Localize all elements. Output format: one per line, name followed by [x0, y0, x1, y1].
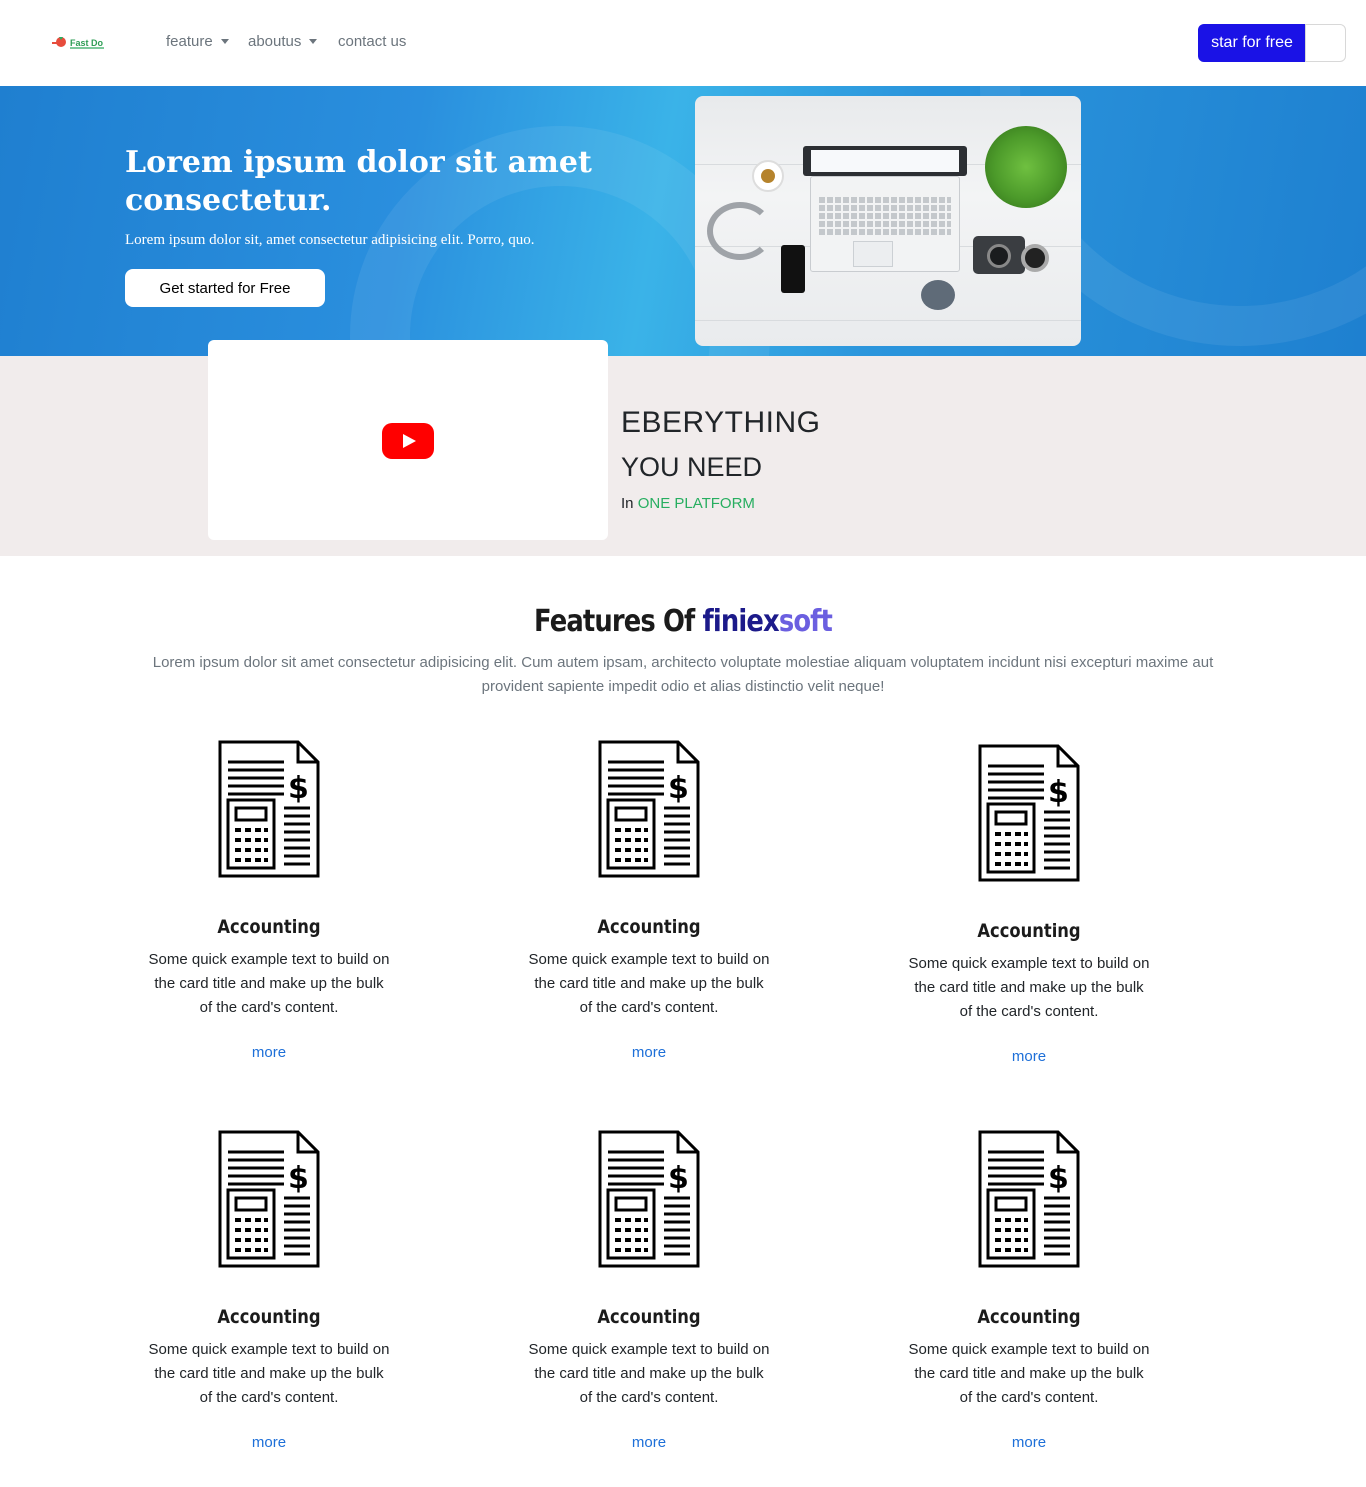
feature-card-more-link[interactable]: more	[632, 1044, 666, 1061]
svg-text:$: $	[1048, 775, 1069, 810]
caret-down-icon	[309, 39, 318, 44]
feature-card-title: Accounting	[977, 1306, 1081, 1328]
nav-feature-dropdown[interactable]: feature	[166, 33, 229, 50]
headphones	[707, 202, 773, 260]
feature-card-text: Some quick example text to build on the …	[148, 951, 390, 1016]
camera-lens	[987, 244, 1011, 268]
nav-aboutus-label: aboutus	[248, 33, 302, 50]
feature-card-text: Some quick example text to build on the …	[528, 951, 770, 1016]
feature-card: $ Accounting Some quick example text to b…	[139, 1130, 399, 1452]
laptop-keyboard	[810, 176, 960, 272]
potted-plant	[985, 126, 1067, 208]
nav-aboutus-dropdown[interactable]: aboutus	[248, 33, 318, 50]
features-description: Lorem ipsum dolor sit amet consectetur a…	[152, 654, 1214, 695]
feature-card-title: Accounting	[597, 916, 701, 938]
computer-mouse	[921, 280, 955, 310]
svg-text:$: $	[288, 1161, 309, 1196]
accounting-invoice-icon: $	[519, 740, 779, 878]
nav-contact-label: contact us	[338, 33, 407, 50]
svg-text:$: $	[288, 771, 309, 806]
hero-subtitle: Lorem ipsum dolor sit, amet consectetur …	[125, 232, 535, 248]
accounting-invoice-icon: $	[139, 740, 399, 878]
svg-text:$: $	[1048, 1161, 1069, 1196]
feature-card-text: Some quick example text to build on the …	[148, 1341, 390, 1406]
feature-card-title: Accounting	[597, 1306, 701, 1328]
feature-card-title: Accounting	[977, 920, 1081, 942]
accounting-invoice-icon: $	[139, 1130, 399, 1268]
feature-card-more-link[interactable]: more	[1012, 1434, 1046, 1451]
star-for-free-button[interactable]: star for free	[1198, 24, 1306, 62]
nav-feature-label: feature	[166, 33, 213, 50]
logo-icon	[52, 37, 66, 47]
spare-lens	[1021, 244, 1049, 272]
hero-title: Lorem ipsum dolor sit amet consectetur.	[125, 145, 592, 218]
nav-contact-link[interactable]: contact us	[338, 33, 406, 50]
feature-card-text: Some quick example text to build on the …	[908, 955, 1150, 1020]
feature-card: $ Accounting Some quick example text to b…	[899, 744, 1159, 1066]
logo-tagline-line	[70, 47, 104, 49]
caret-down-icon	[220, 39, 229, 44]
feature-card-more-link[interactable]: more	[1012, 1048, 1046, 1065]
laptop-trackpad	[853, 241, 893, 267]
get-started-button[interactable]: Get started for Free	[125, 269, 325, 307]
promo-heading-line2: YOU NEED	[621, 452, 763, 482]
promo-tagline-highlight: ONE PLATFORM	[637, 495, 755, 512]
svg-text:$: $	[668, 1161, 689, 1196]
accounting-invoice-icon: $	[519, 1130, 779, 1268]
feature-card-text: Some quick example text to build on the …	[528, 1341, 770, 1406]
feature-card-more-link[interactable]: more	[252, 1434, 286, 1451]
feature-card: $ Accounting Some quick example text to b…	[519, 1130, 779, 1452]
promo-tagline-prefix: In	[621, 495, 638, 512]
features-title-prefix: Features Of	[533, 604, 703, 639]
promo-heading-line1: EBERYTHING	[621, 406, 821, 439]
camera	[973, 236, 1025, 274]
promo-tagline: In ONE PLATFORM	[621, 495, 755, 512]
navbar: Fast Do feature aboutus contact us star …	[0, 0, 1366, 86]
accounting-invoice-icon: $	[899, 1130, 1159, 1268]
hero-banner: Lorem ipsum dolor sit amet consectetur. …	[0, 86, 1366, 356]
laptop-display	[811, 150, 959, 172]
svg-text:$: $	[668, 771, 689, 806]
features-brand-part1: finiex	[702, 604, 780, 639]
brand-logo[interactable]: Fast Do	[50, 34, 106, 52]
youtube-play-icon[interactable]	[382, 423, 434, 459]
feature-card-text: Some quick example text to build on the …	[908, 1341, 1150, 1406]
navbar-toggle-button[interactable]	[1305, 24, 1346, 62]
video-player[interactable]	[208, 340, 608, 540]
feature-card-title: Accounting	[217, 916, 321, 938]
smartphone	[781, 245, 805, 293]
keyboard-keys	[819, 195, 951, 235]
accounting-invoice-icon: $	[899, 744, 1159, 882]
features-title: Features Of finiexsoft	[96, 604, 1271, 639]
feature-card: $ Accounting Some quick example text to b…	[139, 740, 399, 1062]
feature-card: $ Accounting Some quick example text to b…	[519, 740, 779, 1062]
feature-card-title: Accounting	[217, 1306, 321, 1328]
feature-card-more-link[interactable]: more	[632, 1434, 666, 1451]
desk-plank-line	[695, 320, 1081, 321]
coffee-cup	[752, 160, 784, 192]
feature-card-more-link[interactable]: more	[252, 1044, 286, 1061]
laptop-screen	[803, 146, 967, 176]
feature-card: $ Accounting Some quick example text to b…	[899, 1130, 1159, 1452]
features-brand-part2: soft	[778, 604, 833, 639]
coffee	[761, 169, 775, 183]
hero-desk-image	[695, 96, 1081, 346]
